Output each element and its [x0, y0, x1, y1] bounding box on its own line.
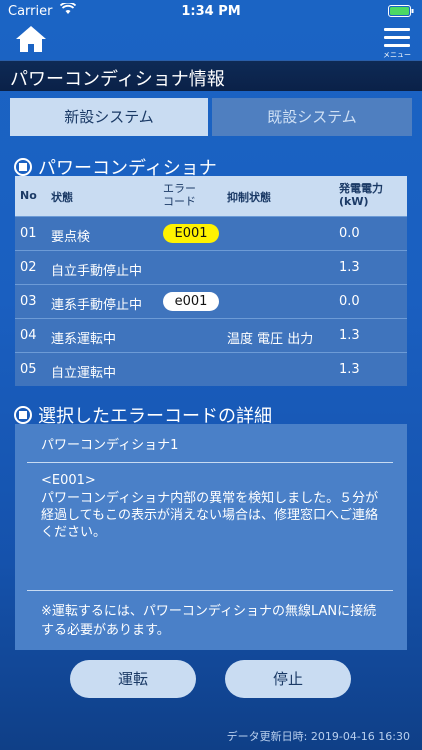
run-button[interactable]: 運転 [70, 660, 196, 698]
row-power: 0.0 [339, 294, 360, 309]
detail-message: パワーコンディショナ内部の異常を検知しました。５分が経過してもこの表示が消えない… [41, 491, 379, 540]
status-bar: Carrier 1:34 PM [0, 0, 422, 24]
table-row[interactable]: 03 連系手動停止中 e001 0.0 [15, 284, 407, 318]
title-bar: パワーコンディショナ情報 [0, 60, 422, 91]
header-status: 状態 [51, 191, 73, 204]
table-row[interactable]: 01 要点検 E001 0.0 [15, 216, 407, 250]
header-suppression: 抑制状態 [227, 191, 271, 204]
header-no: No [20, 189, 37, 202]
table-row[interactable]: 02 自立手動停止中 1.3 [15, 250, 407, 284]
header-error-code-line1: エラー [163, 182, 196, 195]
row-no: 03 [20, 294, 37, 309]
tab-new-system[interactable]: 新設システム [10, 98, 208, 136]
table-header: No 状態 エラー コード 抑制状態 発電電力 (kW) [15, 176, 407, 216]
header-error-code-line2: コード [163, 195, 196, 208]
error-code-pill[interactable]: e001 [163, 292, 219, 311]
table-row[interactable]: 05 自立運転中 1.3 [15, 352, 407, 386]
row-status: 連系運転中 [51, 332, 117, 347]
row-status: 自立運転中 [51, 366, 117, 381]
row-no: 05 [20, 362, 37, 377]
bullet-icon [14, 158, 32, 176]
row-power: 0.0 [339, 226, 360, 241]
row-suppression: 温度 電圧 出力 [227, 332, 314, 347]
data-updated-timestamp: データ更新日時: 2019-04-16 16:30 [226, 730, 410, 743]
stop-button[interactable]: 停止 [225, 660, 351, 698]
row-status: 自立手動停止中 [51, 264, 143, 279]
row-status: 連系手動停止中 [51, 298, 143, 313]
battery-icon [388, 5, 414, 21]
row-power: 1.3 [339, 328, 360, 343]
error-detail-panel: パワーコンディショナ1 <E001> パワーコンディショナ内部の異常を検知しまし… [15, 424, 407, 650]
system-tabs: 新設システム 既設システム [10, 98, 412, 136]
error-code-badge[interactable]: e001 [163, 292, 219, 311]
row-no: 04 [20, 328, 37, 343]
home-button[interactable] [14, 24, 48, 56]
menu-button[interactable]: メニュー [382, 26, 412, 59]
error-code-pill[interactable]: E001 [163, 224, 219, 243]
header-error-code: エラー コード [163, 182, 196, 208]
row-status: 要点検 [51, 230, 91, 245]
nav-bar: メニュー [0, 24, 422, 60]
detail-unit-name: パワーコンディショナ1 [41, 438, 179, 453]
menu-label: メニュー [383, 51, 411, 59]
table-row[interactable]: 04 連系運転中 温度 電圧 出力 1.3 [15, 318, 407, 352]
divider [27, 462, 393, 463]
row-power: 1.3 [339, 362, 360, 377]
divider [27, 590, 393, 591]
clock: 1:34 PM [181, 4, 241, 19]
power-conditioner-table: No 状態 エラー コード 抑制状態 発電電力 (kW) 01 要点検 E001… [15, 176, 407, 386]
home-icon [16, 26, 46, 52]
row-no: 01 [20, 226, 37, 241]
tab-existing-system[interactable]: 既設システム [212, 98, 412, 136]
page-title: パワーコンディショナ情報 [10, 69, 225, 90]
bullet-icon [14, 406, 32, 424]
detail-error-code: <E001> [41, 473, 96, 488]
header-power-line2: (kW) [339, 195, 369, 208]
error-code-badge[interactable]: E001 [163, 224, 219, 243]
hamburger-icon [382, 26, 412, 47]
row-power: 1.3 [339, 260, 360, 275]
header-power-line1: 発電電力 [339, 182, 383, 195]
detail-note: ※運転するには、パワーコンディショナの無線LANに接続する必要があります。 [41, 604, 377, 638]
row-no: 02 [20, 260, 37, 275]
header-power: 発電電力 (kW) [339, 182, 383, 208]
